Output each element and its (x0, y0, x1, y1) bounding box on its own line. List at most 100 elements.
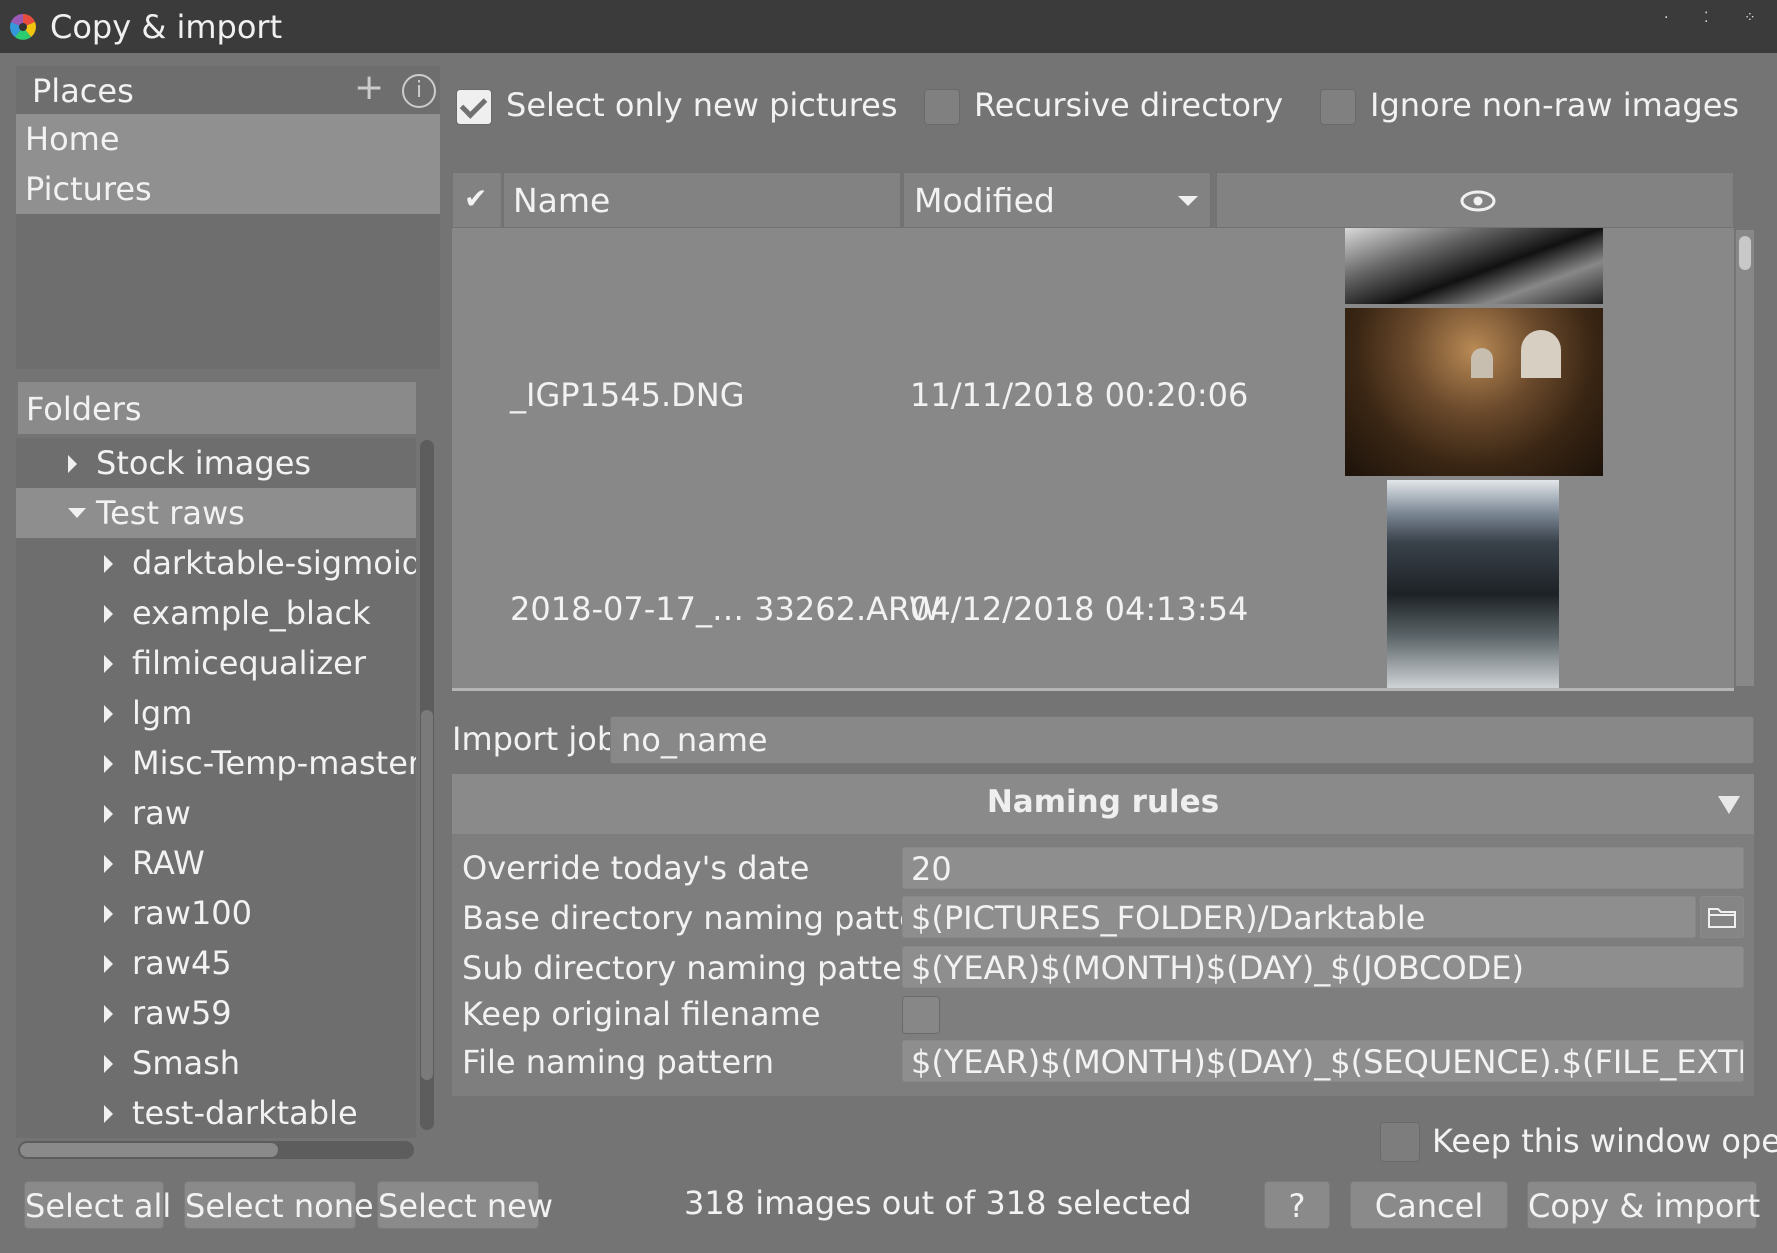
folder-item[interactable]: Smash (16, 1038, 416, 1088)
scrollbar-thumb[interactable] (1739, 236, 1751, 270)
folder-item[interactable]: Test raws (16, 488, 416, 538)
partial-row-cutoff (510, 228, 520, 246)
folder-item-label: Test raws (96, 494, 245, 532)
ignore-nonraw-checkbox[interactable] (1320, 89, 1356, 125)
expander-right-icon[interactable] (104, 805, 113, 823)
help-label: ? (1288, 1187, 1306, 1225)
import-job-value: no_name (621, 721, 768, 759)
column-name-label: Name (513, 181, 611, 220)
folder-item-label: lgm (132, 694, 193, 732)
folder-item[interactable]: raw45 (16, 938, 416, 988)
close-icon[interactable]: ⁘ (1744, 10, 1756, 26)
collapse-triangle-icon[interactable] (1718, 796, 1740, 814)
folder-item[interactable]: example_black (16, 588, 416, 638)
naming-rules-title: Naming rules (986, 784, 1220, 820)
file-name: _IGP1545.DNG (510, 376, 745, 414)
override-date-label: Override today's date (462, 849, 810, 887)
info-icon[interactable]: i (402, 74, 436, 108)
file-naming-pattern-input[interactable]: $(YEAR)$(MONTH)$(DAY)_$(SEQUENCE).$(FILE… (902, 1040, 1744, 1082)
file-naming-pattern-label: File naming pattern (462, 1043, 775, 1081)
sub-directory-label: Sub directory naming pattern (462, 949, 935, 987)
base-directory-input[interactable]: $(PICTURES_FOLDER)/Darktable (902, 896, 1696, 938)
folders-vertical-scrollbar[interactable] (420, 440, 434, 1130)
maximize-icon[interactable]: ⁚ (1704, 10, 1708, 26)
minimize-icon[interactable]: · (1664, 10, 1668, 26)
place-item-pictures[interactable]: Pictures (16, 164, 440, 214)
select-none-label: Select none (185, 1187, 374, 1225)
title-bar: Copy & import · ⁚ ⁘ (0, 0, 1777, 53)
expander-right-icon[interactable] (68, 455, 77, 473)
expander-down-icon[interactable] (68, 508, 86, 518)
recursive-directory-label: Recursive directory (974, 86, 1284, 124)
recursive-directory-checkbox[interactable] (924, 89, 960, 125)
expander-right-icon[interactable] (104, 955, 113, 973)
cancel-label: Cancel (1374, 1187, 1484, 1225)
folder-item[interactable]: lgm (16, 688, 416, 738)
scrollbar-thumb[interactable] (421, 710, 433, 1080)
place-item-home[interactable]: Home (16, 114, 440, 164)
import-job-label: Import job (452, 720, 618, 758)
folders-header: Folders (18, 382, 416, 434)
select-all-button[interactable]: Select all (24, 1181, 172, 1229)
folder-item[interactable]: darktable-sigmoid_t (16, 538, 416, 588)
keep-original-filename-label: Keep original filename (462, 995, 821, 1033)
select-new-button[interactable]: Select new (377, 1181, 554, 1229)
file-modified: 11/11/2018 00:20:06 (910, 376, 1249, 414)
folder-item-label: Stock images (96, 444, 312, 482)
select-all-label: Select all (25, 1187, 172, 1225)
eye-icon (1460, 190, 1496, 212)
browse-folder-button[interactable] (1700, 896, 1744, 938)
select-only-new-checkbox[interactable] (456, 89, 492, 125)
import-job-input[interactable]: no_name (610, 716, 1754, 764)
thumbnail-window-detail (1521, 330, 1561, 378)
expander-right-icon[interactable] (104, 1005, 113, 1023)
column-name[interactable]: Name (503, 172, 901, 228)
expander-right-icon[interactable] (104, 705, 113, 723)
folder-item-label: RAW (132, 844, 205, 882)
folder-icon (1708, 908, 1736, 928)
thumbnail-library (1345, 308, 1603, 476)
expander-right-icon[interactable] (104, 605, 113, 623)
expander-right-icon[interactable] (104, 555, 113, 573)
column-thumbnail[interactable] (1216, 172, 1734, 228)
folder-item-label: test-darktable (132, 1094, 358, 1132)
select-new-label: Select new (378, 1187, 554, 1225)
sub-directory-input[interactable]: $(YEAR)$(MONTH)$(DAY)_$(JOBCODE) (902, 946, 1744, 988)
folder-item[interactable]: raw100 (16, 888, 416, 938)
help-button[interactable]: ? (1264, 1181, 1330, 1229)
folders-horizontal-scrollbar[interactable] (18, 1141, 414, 1159)
folder-item[interactable]: test-darktable (16, 1088, 416, 1138)
select-none-button[interactable]: Select none (184, 1181, 374, 1229)
copy-import-button[interactable]: Copy & import (1527, 1181, 1760, 1229)
place-item-label: Pictures (25, 170, 152, 208)
folder-item[interactable]: Stock images (16, 438, 416, 488)
folder-item[interactable]: raw (16, 788, 416, 838)
folder-item-label: Smash (132, 1044, 241, 1082)
check-column-mark: ✔ (464, 182, 488, 215)
file-list-scrollbar[interactable] (1736, 230, 1754, 686)
folder-item-label: darktable-sigmoid_t (132, 544, 416, 582)
keep-original-filename-checkbox[interactable] (902, 996, 940, 1034)
expander-right-icon[interactable] (104, 755, 113, 773)
add-place-icon[interactable]: + (354, 70, 384, 106)
file-list[interactable]: _IGP1545.DNG 11/11/2018 00:20:06 2018-07… (452, 228, 1734, 688)
override-date-value: 20 (911, 850, 952, 888)
window-title: Copy & import (50, 8, 283, 46)
folder-item[interactable]: Misc-Temp-master (16, 738, 416, 788)
cancel-button[interactable]: Cancel (1350, 1181, 1508, 1229)
folder-item[interactable]: raw59 (16, 988, 416, 1038)
column-check[interactable]: ✔ (452, 172, 502, 228)
expander-right-icon[interactable] (104, 855, 113, 873)
column-modified[interactable]: Modified (903, 172, 1211, 228)
expander-right-icon[interactable] (104, 1055, 113, 1073)
scrollbar-thumb[interactable] (20, 1143, 278, 1157)
override-date-input[interactable]: 20 (902, 847, 1744, 889)
folders-tree[interactable]: Stock images Test raws darktable-sigmoid_t… (16, 438, 416, 1138)
expander-right-icon[interactable] (104, 905, 113, 923)
folder-item[interactable]: filmicequalizer (16, 638, 416, 688)
naming-rules-header[interactable]: Naming rules (452, 774, 1754, 834)
expander-right-icon[interactable] (104, 655, 113, 673)
keep-window-open-checkbox[interactable] (1380, 1122, 1420, 1162)
folder-item[interactable]: RAW (16, 838, 416, 888)
expander-right-icon[interactable] (104, 1105, 113, 1123)
